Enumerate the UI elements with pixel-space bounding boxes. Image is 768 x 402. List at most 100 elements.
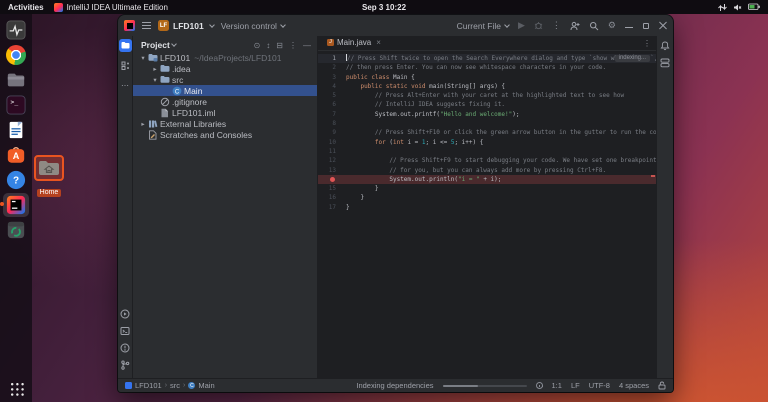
notifications-bell-icon[interactable]: [660, 41, 670, 51]
breadcrumb-main[interactable]: Main: [198, 381, 214, 390]
project-tool-button[interactable]: [119, 39, 132, 52]
code-line-11[interactable]: 11: [318, 147, 656, 156]
code-line-13[interactable]: 13 // for you, but you can always add mo…: [318, 166, 656, 175]
code-line-15[interactable]: 15 }: [318, 184, 656, 193]
line-number[interactable]: 11: [318, 147, 340, 156]
more-actions-icon[interactable]: ⋮: [552, 21, 561, 30]
line-number[interactable]: 9: [318, 128, 340, 137]
line-number[interactable]: 16: [318, 193, 340, 202]
collapsed-arrow-icon[interactable]: ▸: [139, 120, 147, 128]
hide-panel-icon[interactable]: —: [303, 41, 311, 50]
code-line-4[interactable]: 4 public static void main(String[] args)…: [318, 82, 656, 91]
file-encoding[interactable]: UTF-8: [589, 381, 610, 390]
tree-item-src[interactable]: ▾src: [133, 74, 317, 85]
line-number[interactable]: 1: [318, 54, 340, 63]
dock-item-chrome[interactable]: [3, 43, 29, 67]
indent-setting[interactable]: 4 spaces: [619, 381, 649, 390]
tree-item--idea[interactable]: ▸.idea: [133, 63, 317, 74]
commit-tool-button[interactable]: [119, 59, 132, 72]
run-config-selector[interactable]: Current File: [457, 21, 509, 31]
tree-item-main[interactable]: CMain: [133, 85, 317, 96]
show-apps-button[interactable]: [9, 381, 24, 396]
caret-position[interactable]: 1:1: [552, 381, 562, 390]
tree-item-lfd101-iml[interactable]: LFD101.iml: [133, 107, 317, 118]
search-icon[interactable]: [589, 21, 599, 31]
code-line-2[interactable]: 2// then press Enter. You can now see wh…: [318, 63, 656, 72]
locate-file-icon[interactable]: ⊙: [254, 41, 261, 50]
dock-item-files[interactable]: [3, 68, 29, 92]
tab-main-java[interactable]: J Main.java ×: [323, 36, 385, 50]
tree-item-external-libraries[interactable]: ▸External Libraries: [133, 118, 317, 129]
git-branch-icon[interactable]: [119, 358, 132, 371]
minimize-button[interactable]: [625, 22, 633, 30]
code-line-9[interactable]: 9 // Press Shift+F10 or click the green …: [318, 128, 656, 137]
line-number[interactable]: 2: [318, 63, 340, 72]
collapse-all-icon[interactable]: ⊟: [276, 41, 283, 50]
breadcrumb-src[interactable]: src: [170, 381, 180, 390]
expand-icon[interactable]: ↕: [266, 41, 270, 50]
file-writable-icon[interactable]: [658, 381, 666, 390]
line-separator[interactable]: LF: [571, 381, 580, 390]
line-number[interactable]: 10: [318, 138, 340, 147]
expanded-arrow-icon[interactable]: ▾: [151, 76, 159, 84]
line-number[interactable]: 7: [318, 110, 340, 119]
system-tray[interactable]: [718, 3, 768, 12]
line-number[interactable]: 15: [318, 184, 340, 193]
close-tab-icon[interactable]: ×: [376, 38, 381, 47]
line-number[interactable]: 6: [318, 100, 340, 109]
project-widget[interactable]: LF LFD101: [158, 20, 214, 31]
line-number[interactable]: 8: [318, 119, 340, 128]
more-tool-windows-icon[interactable]: ⋯: [119, 79, 132, 92]
dock-item-app-center[interactable]: A: [3, 143, 29, 167]
line-number[interactable]: 17: [318, 203, 340, 212]
dock-item-terminal[interactable]: >_: [3, 93, 29, 117]
collapsed-arrow-icon[interactable]: ▸: [151, 65, 159, 73]
line-number[interactable]: 13: [318, 166, 340, 175]
tree-item-lfd101[interactable]: ▾LFD101~/IdeaProjects/LFD101: [133, 52, 317, 63]
code-editor[interactable]: 1// Press Shift twice to open the Search…: [318, 51, 656, 378]
breakpoint-gutter[interactable]: [318, 175, 340, 184]
debug-button[interactable]: [534, 21, 543, 30]
tree-item--gitignore[interactable]: .gitignore: [133, 96, 317, 107]
code-line-3[interactable]: 3public class Main {: [318, 73, 656, 82]
run-button[interactable]: ▶: [518, 21, 525, 30]
code-line-12[interactable]: 12 // Press Shift+F9 to start debugging …: [318, 156, 656, 165]
desktop-home-folder[interactable]: Home: [33, 155, 65, 199]
pause-indexing-icon[interactable]: [536, 382, 543, 389]
project-panel-title[interactable]: Project: [141, 40, 170, 50]
line-number[interactable]: 12: [318, 156, 340, 165]
run-tool-button[interactable]: [119, 307, 132, 320]
main-menu-icon[interactable]: [142, 22, 151, 29]
code-with-me-icon[interactable]: [570, 21, 580, 31]
vcs-widget[interactable]: Version control: [221, 21, 285, 31]
code-line-1[interactable]: 1// Press Shift twice to open the Search…: [318, 54, 656, 63]
dock-item-help[interactable]: ?: [3, 168, 29, 192]
settings-gear-icon[interactable]: ⚙: [608, 21, 616, 30]
code-line-7[interactable]: 7 System.out.printf("Hello and welcome!"…: [318, 110, 656, 119]
code-line-8[interactable]: 8: [318, 119, 656, 128]
panel-options-icon[interactable]: ⋮: [289, 41, 297, 50]
problems-tool-button[interactable]: [119, 341, 132, 354]
terminal-tool-button[interactable]: [119, 324, 132, 337]
dock-item-system-monitor[interactable]: [3, 18, 29, 42]
code-line-16[interactable]: 16 }: [318, 193, 656, 202]
line-number[interactable]: 5: [318, 91, 340, 100]
breakpoint-dot[interactable]: [330, 177, 335, 182]
tree-item-scratches-and-consoles[interactable]: Scratches and Consoles: [133, 129, 317, 140]
breadcrumb-project[interactable]: LFD101: [135, 381, 162, 390]
close-button[interactable]: [659, 22, 667, 30]
dock-item-libreoffice-writer[interactable]: [3, 118, 29, 142]
database-icon[interactable]: [660, 58, 670, 68]
line-number[interactable]: 3: [318, 73, 340, 82]
code-line-6[interactable]: 6 // IntelliJ IDEA suggests fixing it.: [318, 100, 656, 109]
line-number[interactable]: 4: [318, 82, 340, 91]
code-line-14[interactable]: System.out.println("i = " + i);: [318, 175, 656, 184]
clock-button[interactable]: Sep 3 10:22: [0, 3, 768, 12]
code-line-5[interactable]: 5 // Press Alt+Enter with your caret at …: [318, 91, 656, 100]
expanded-arrow-icon[interactable]: ▾: [139, 54, 147, 62]
code-line-10[interactable]: 10 for (int i = 1; i <= 5; i++) {: [318, 138, 656, 147]
dock-item-software-updater[interactable]: [3, 218, 29, 242]
tab-options-icon[interactable]: ⋮: [643, 39, 651, 48]
code-line-17[interactable]: 17}: [318, 203, 656, 212]
maximize-button[interactable]: [642, 22, 650, 30]
